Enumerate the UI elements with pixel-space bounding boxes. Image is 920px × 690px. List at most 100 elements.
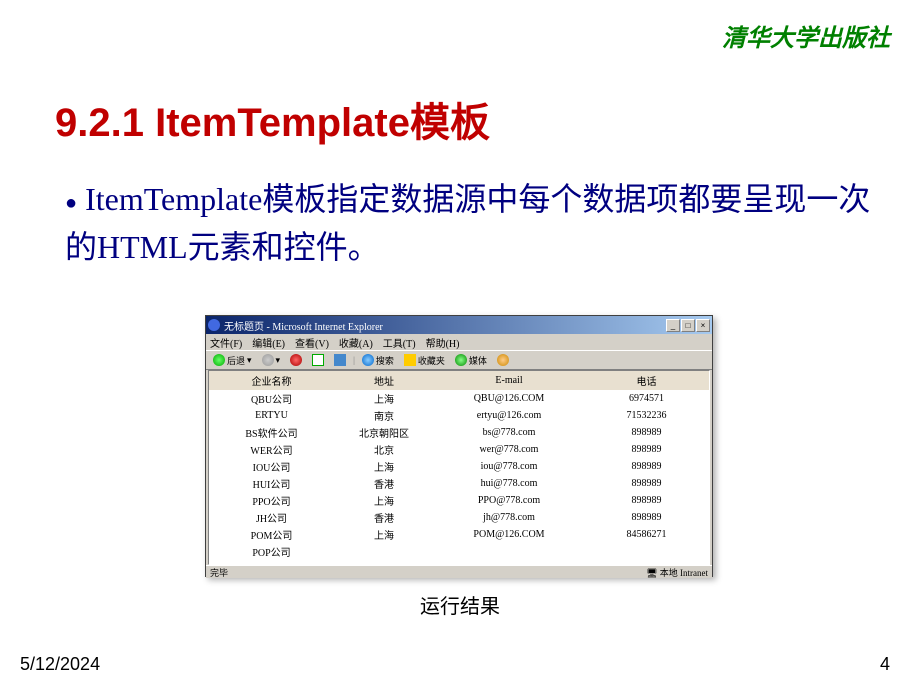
menu-help[interactable]: 帮助(H) bbox=[426, 335, 460, 350]
stop-button[interactable] bbox=[287, 353, 305, 367]
toolbar: 后退 ▾ ▾ | 搜索 收藏夹 媒体 bbox=[206, 350, 712, 370]
table-row: POP公司 bbox=[209, 543, 709, 560]
data-table: 企业名称地址E-mail电话 QBU公司上海QBU@126.COM6974571… bbox=[209, 371, 709, 565]
bullet-icon: ● bbox=[65, 192, 77, 214]
table-row: HUI公司香港hui@778.com898989 bbox=[209, 475, 709, 492]
menu-fav[interactable]: 收藏(A) bbox=[339, 335, 373, 350]
forward-button[interactable]: ▾ bbox=[259, 353, 284, 367]
table-row: POM公司上海POM@126.COM84586271 bbox=[209, 526, 709, 543]
status-right: 🖥 本地 Intranet bbox=[646, 566, 708, 579]
table-cell: 898989 bbox=[584, 441, 709, 458]
menu-file[interactable]: 文件(F) bbox=[210, 335, 242, 350]
search-button[interactable]: 搜索 bbox=[359, 353, 397, 368]
table-cell: 71532236 bbox=[584, 407, 709, 424]
table-cell bbox=[584, 543, 709, 560]
table-cell: 上海 bbox=[334, 492, 434, 509]
menu-bar: 文件(F) 编辑(E) 查看(V) 收藏(A) 工具(T) 帮助(H) bbox=[206, 334, 712, 350]
table-cell: 898989 bbox=[584, 509, 709, 526]
back-icon bbox=[213, 354, 225, 366]
table-row: PPO公司上海PPO@778.com898989 bbox=[209, 492, 709, 509]
toolbar-sep: | bbox=[353, 355, 355, 365]
stop-icon bbox=[290, 354, 302, 366]
window-title: 无标题页 - Microsoft Internet Explorer bbox=[224, 318, 383, 333]
search-icon bbox=[362, 354, 374, 366]
forward-icon bbox=[262, 354, 274, 366]
star-icon bbox=[404, 354, 416, 366]
table-row: WER公司北京wer@778.com898989 bbox=[209, 441, 709, 458]
media-label: 媒体 bbox=[469, 354, 487, 367]
home-icon bbox=[334, 354, 346, 366]
table-cell: bs@778.com bbox=[434, 424, 584, 441]
minimize-button[interactable]: _ bbox=[666, 319, 680, 332]
media-button[interactable]: 媒体 bbox=[452, 353, 490, 368]
table-cell: jh@778.com bbox=[434, 509, 584, 526]
menu-view[interactable]: 查看(V) bbox=[295, 335, 329, 350]
table-cell: 898989 bbox=[584, 424, 709, 441]
browser-content: 企业名称地址E-mail电话 QBU公司上海QBU@126.COM6974571… bbox=[208, 370, 710, 565]
menu-tools[interactable]: 工具(T) bbox=[383, 335, 416, 350]
table-row: JH公司香港jh@778.com898989 bbox=[209, 509, 709, 526]
close-button[interactable]: × bbox=[696, 319, 710, 332]
table-cell: iou@778.com bbox=[434, 458, 584, 475]
titlebar-left: 无标题页 - Microsoft Internet Explorer bbox=[208, 318, 383, 333]
fav-button[interactable]: 收藏夹 bbox=[401, 353, 448, 368]
table-header-cell: E-mail bbox=[434, 371, 584, 390]
table-cell: 上海 bbox=[334, 526, 434, 543]
table-cell: WER公司 bbox=[209, 441, 334, 458]
status-right-text: 本地 Intranet bbox=[660, 568, 708, 578]
table-cell: 6974571 bbox=[584, 390, 709, 407]
history-button[interactable] bbox=[494, 353, 512, 367]
table-cell: 北京 bbox=[334, 441, 434, 458]
window-buttons: _ □ × bbox=[666, 319, 710, 332]
table-cell: 上海 bbox=[334, 390, 434, 407]
table-cell bbox=[434, 543, 584, 560]
table-header-cell: 地址 bbox=[334, 371, 434, 390]
table-cell: 84586271 bbox=[584, 526, 709, 543]
table-cell: QBU@126.COM bbox=[434, 390, 584, 407]
table-cell: POP公司 bbox=[209, 543, 334, 560]
table-header-row: 企业名称地址E-mail电话 bbox=[209, 371, 709, 390]
home-button[interactable] bbox=[331, 353, 349, 367]
table-cell: 北京朝阳区 bbox=[334, 424, 434, 441]
back-button[interactable]: 后退 ▾ bbox=[210, 353, 255, 368]
footer-date: 5/12/2024 bbox=[20, 654, 100, 675]
table-row: ERTYU南京ertyu@126.com71532236 bbox=[209, 407, 709, 424]
maximize-button[interactable]: □ bbox=[681, 319, 695, 332]
table-cell: 898989 bbox=[584, 492, 709, 509]
table-cell: PPO@778.com bbox=[434, 492, 584, 509]
body-paragraph: ●ItemTemplate模板指定数据源中每个数据项都要呈现一次的HTML元素和… bbox=[65, 175, 875, 271]
refresh-icon bbox=[312, 354, 324, 366]
back-label: 后退 bbox=[227, 354, 245, 367]
table-cell: ertyu@126.com bbox=[434, 407, 584, 424]
table-cell: 898989 bbox=[584, 458, 709, 475]
search-label: 搜索 bbox=[376, 354, 394, 367]
table-cell: IOU公司 bbox=[209, 458, 334, 475]
menu-edit[interactable]: 编辑(E) bbox=[252, 335, 285, 350]
table-row: BS软件公司北京朝阳区bs@778.com898989 bbox=[209, 424, 709, 441]
table-cell: POM@126.COM bbox=[434, 526, 584, 543]
table-cell: 上海 bbox=[334, 458, 434, 475]
history-icon bbox=[497, 354, 509, 366]
status-bar: 完毕 🖥 本地 Intranet bbox=[206, 565, 712, 578]
table-cell: BS软件公司 bbox=[209, 424, 334, 441]
publisher-label: 清华大学出版社 bbox=[722, 18, 890, 53]
footer-page-number: 4 bbox=[880, 654, 890, 675]
table-cell: QBU公司 bbox=[209, 390, 334, 407]
table-cell: hui@778.com bbox=[434, 475, 584, 492]
table-row: IOU公司上海iou@778.com898989 bbox=[209, 458, 709, 475]
table-cell: ERTYU bbox=[209, 407, 334, 424]
table-cell: 898989 bbox=[584, 475, 709, 492]
table-cell: JH公司 bbox=[209, 509, 334, 526]
refresh-button[interactable] bbox=[309, 353, 327, 367]
body-text-content: ItemTemplate模板指定数据源中每个数据项都要呈现一次的HTML元素和控… bbox=[65, 181, 870, 265]
slide-heading: 9.2.1 ItemTemplate模板 bbox=[55, 90, 490, 148]
table-cell: 香港 bbox=[334, 475, 434, 492]
table-cell: PPO公司 bbox=[209, 492, 334, 509]
browser-screenshot: 无标题页 - Microsoft Internet Explorer _ □ ×… bbox=[205, 315, 713, 577]
table-header-cell: 电话 bbox=[584, 371, 709, 390]
status-left: 完毕 bbox=[210, 566, 228, 579]
table-cell: wer@778.com bbox=[434, 441, 584, 458]
ie-icon bbox=[208, 319, 220, 331]
fav-label: 收藏夹 bbox=[418, 354, 445, 367]
table-cell: 香港 bbox=[334, 509, 434, 526]
